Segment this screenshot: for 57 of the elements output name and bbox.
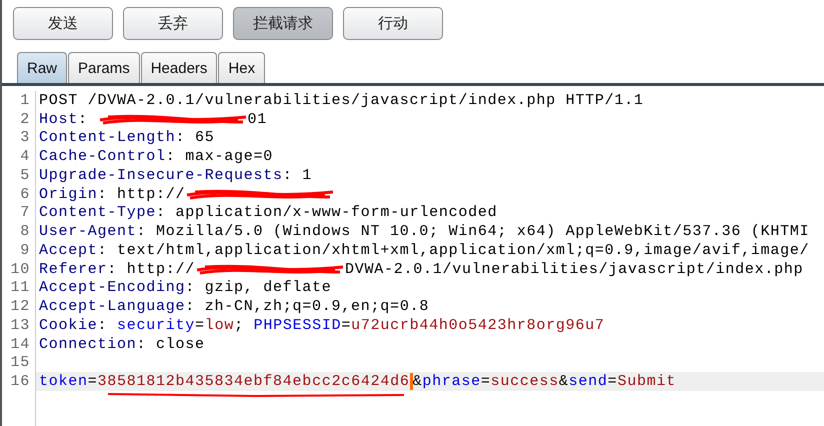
param-name: security — [117, 316, 196, 334]
code-text: : http:// — [107, 260, 196, 278]
header-name: Upgrade-Insecure-Requests — [39, 166, 283, 184]
code-text: & — [558, 373, 569, 390]
code-text: = — [341, 316, 352, 334]
toolbar-button[interactable]: 拦截请求 — [233, 7, 333, 40]
param-name: token — [39, 373, 88, 390]
header-name: Origin — [39, 186, 98, 203]
header-name: Accept-Encoding — [39, 279, 186, 296]
code-text: DVWA-2.0.1/vulnerabilities/javascript/index.php — [345, 260, 804, 278]
header-name: User-Agent — [39, 223, 137, 240]
code-text: ; — [234, 316, 245, 334]
code-text: : — [98, 316, 108, 334]
view-tab[interactable]: Headers — [140, 52, 218, 83]
code-text: POST /DVWA-2.0.1/vulnerabilities/javascript/index.php HTTP/1.1 — [39, 92, 644, 109]
code-text: : close — [136, 336, 205, 353]
code-text: : gzip, deflate — [185, 279, 332, 296]
param-value: low — [204, 316, 234, 334]
code-text: : text/html,application/xhtml+xml,application/xml;q=0.9,image/avif,image/ — [98, 242, 810, 259]
code-text: = — [88, 373, 98, 390]
toolbar-button[interactable]: 行动 — [343, 7, 443, 40]
toolbar-button[interactable]: 发送 — [13, 7, 113, 40]
param-name: send — [568, 373, 608, 390]
header-name: Content-Type — [39, 204, 156, 222]
header-name: Accept-Language — [39, 298, 186, 316]
code-text: = — [195, 316, 205, 334]
param-value: Submit — [617, 373, 676, 390]
header-name: Connection — [39, 336, 137, 353]
code-text: = — [608, 373, 618, 390]
code-text: = — [480, 373, 491, 390]
param-name: PHPSESSID — [254, 316, 342, 334]
header-name: Accept — [39, 242, 98, 259]
view-tab[interactable]: Hex — [218, 52, 266, 83]
code-text: : application/x-www-form-urlencoded — [156, 204, 498, 222]
code-text: : 1 — [282, 166, 312, 184]
view-tab[interactable]: Raw — [17, 52, 68, 83]
param-value: success — [490, 373, 559, 390]
line-number: 16 — [2, 372, 36, 391]
code-text: : — [78, 110, 89, 128]
header-name: Cookie — [39, 316, 98, 334]
header-name: Host — [39, 110, 78, 128]
code-text: 01 — [248, 110, 268, 128]
text-cursor-icon — [410, 373, 413, 390]
param-name: phrase — [422, 373, 481, 390]
code-text: : zh-CN,zh;q=0.9,en;q=0.8 — [185, 298, 430, 316]
code-text: : max-age=0 — [166, 148, 274, 166]
header-name: Cache-Control — [39, 148, 166, 166]
code-text: : 65 — [176, 129, 215, 146]
code-text: : Mozilla/5.0 (Windows NT 10.0; Win64; x64) AppleWebKit/537.36 (KHTMI — [136, 223, 810, 240]
code-text: & — [412, 373, 422, 390]
view-tab[interactable]: Params — [68, 52, 140, 83]
code-text: : http:// — [98, 186, 186, 203]
param-value: 38581812b435834ebf84ebcc2c6424d6 — [98, 373, 410, 390]
param-value: u72ucrb44h0o5423hr8org96u7 — [351, 316, 605, 334]
header-name: Content-Length — [39, 129, 176, 146]
header-name: Referer — [39, 260, 108, 278]
toolbar-button[interactable]: 丢弃 — [123, 7, 223, 40]
